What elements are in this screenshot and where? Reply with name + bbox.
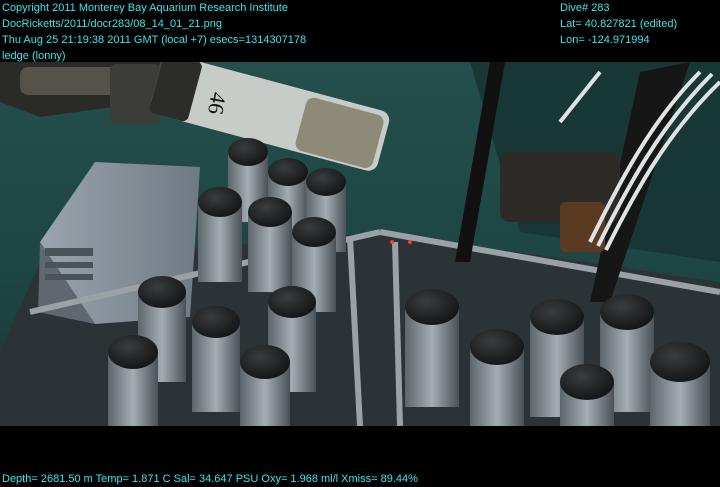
laser-dot — [390, 240, 394, 244]
core-tube — [192, 306, 240, 412]
tube-number-label: 46 — [203, 90, 231, 116]
copyright-text: Copyright 2011 Monterey Bay Aquarium Res… — [2, 2, 288, 14]
overlay-right-block: Dive# 283 Lat= 40.827821 (edited) Lon= -… — [560, 0, 677, 48]
core-tube — [560, 364, 614, 426]
site-text: ledge (lonny) — [2, 50, 66, 62]
core-tube — [198, 187, 242, 282]
core-tube — [405, 289, 459, 407]
core-tube — [240, 345, 290, 426]
core-tube — [248, 197, 292, 292]
longitude-text: Lon= -124.971994 — [560, 34, 650, 46]
seafloor-sampling-scene: 46 — [0, 62, 720, 426]
dive-number-text: Dive# 283 — [560, 2, 610, 14]
sensor-readout-text: Depth= 2681.50 m Temp= 1.871 C Sal= 34.6… — [2, 473, 418, 485]
core-tube — [470, 329, 524, 426]
scene-image: 46 — [0, 62, 720, 426]
overlay-left-block: Copyright 2011 Monterey Bay Aquarium Res… — [2, 0, 306, 64]
latitude-text: Lat= 40.827821 (edited) — [560, 18, 678, 30]
core-tube — [108, 335, 158, 426]
core-tube — [650, 342, 710, 426]
timestamp-text: Thu Aug 25 21:19:38 2011 GMT (local +7) … — [2, 34, 307, 46]
image-path-text: DocRicketts/2011/docr283/08_14_01_21.png — [2, 18, 222, 30]
laser-dot — [408, 240, 412, 244]
